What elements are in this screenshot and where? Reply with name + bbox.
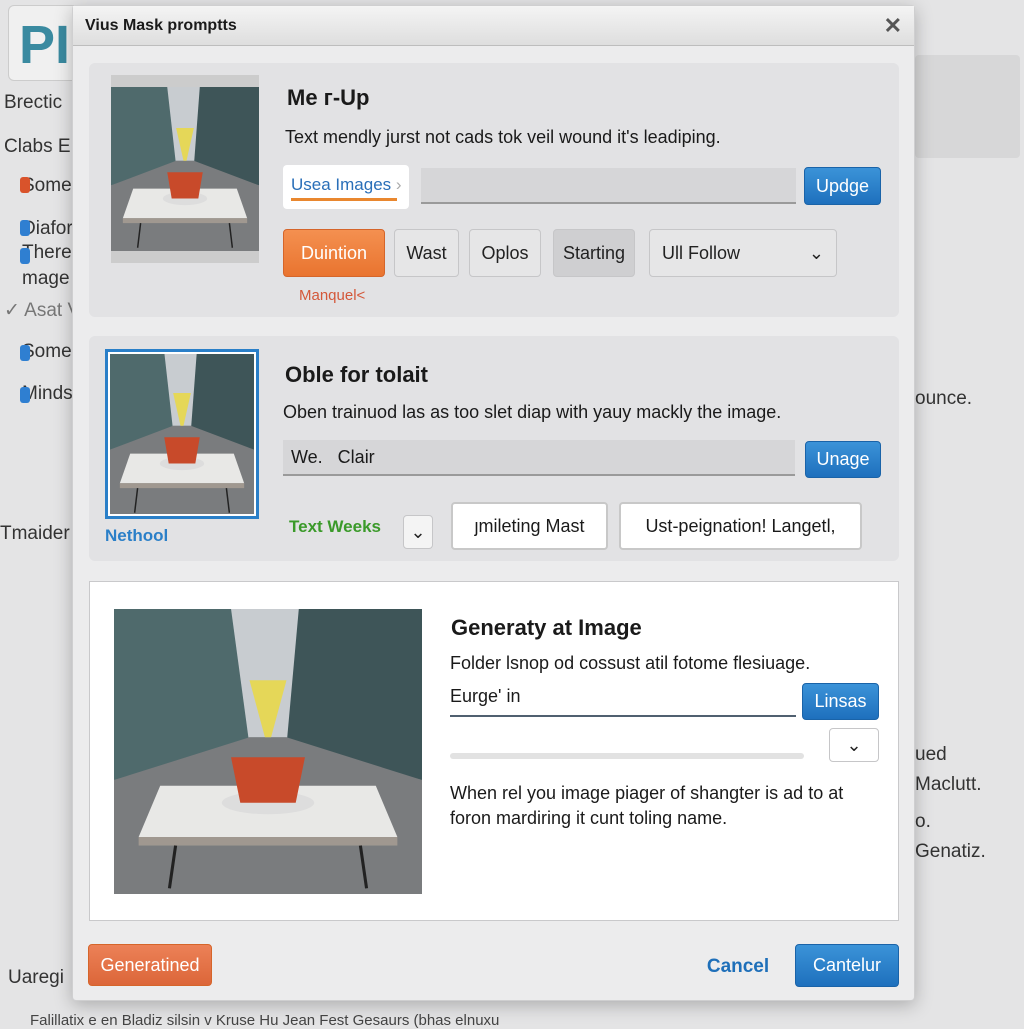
cup-icon xyxy=(231,757,305,803)
chevron-down-icon: ⌄ xyxy=(808,242,824,263)
bg-item: There xyxy=(20,242,72,264)
app-logo: PI xyxy=(8,5,78,81)
mask-prompts-dialog: Vius Mask promptts ✕ Me г-Up Text mendly… xyxy=(72,5,915,1001)
check-icon: ✓ xyxy=(4,300,25,321)
bg-right-text: Maclutt. xyxy=(915,774,982,795)
item-icon xyxy=(20,345,30,361)
bg-item: mage xyxy=(22,268,70,289)
cancel-button[interactable]: Cancel xyxy=(693,946,783,988)
option-starting[interactable]: Starting xyxy=(553,229,635,277)
option-wast[interactable]: Wast xyxy=(394,229,459,277)
section-description: Text mendly jurst not cads tok veil woun… xyxy=(285,127,721,147)
tab-use-images[interactable]: Usea Images › xyxy=(283,165,409,209)
bg-right-text: Genatiz. xyxy=(915,841,986,862)
section-description: Oben trainuod las as too slet diap with … xyxy=(283,402,782,422)
text-field-langetl[interactable]: Ust-peignation! Langetl, xyxy=(619,502,862,550)
image-caption: Nethool xyxy=(105,526,169,545)
prompt-input[interactable] xyxy=(421,168,796,204)
background-panel xyxy=(915,55,1020,158)
bg-item[interactable]: Diafor xyxy=(20,218,73,240)
generate-button[interactable]: Generatined xyxy=(88,944,212,986)
street-scene xyxy=(111,87,259,251)
bg-right-text: o. xyxy=(915,811,931,832)
bg-right-text: ued xyxy=(915,744,947,765)
section-oble: Nethool Oble for tolait Oben trainuod la… xyxy=(89,336,899,561)
chevron-down-icon[interactable]: ⌄ xyxy=(403,515,433,549)
mask-image[interactable] xyxy=(105,349,259,519)
chevron-down-icon[interactable]: ⌄ xyxy=(829,728,879,762)
green-label: Text Weeks xyxy=(289,517,381,536)
street-scene xyxy=(108,352,256,516)
bg-item[interactable]: Some xyxy=(20,175,72,197)
mask-input[interactable]: We. Clair xyxy=(283,440,795,476)
bg-item: Brectic xyxy=(4,92,63,113)
text-field-mast[interactable]: ȷmileting Mast xyxy=(451,502,608,550)
item-icon xyxy=(20,177,30,193)
update-button[interactable]: Updge xyxy=(804,167,881,205)
option-oplos[interactable]: Oplos xyxy=(469,229,541,277)
section-description: Folder lsnop od cossust atil fotome fles… xyxy=(450,653,811,673)
item-icon xyxy=(20,387,30,403)
bg-item[interactable]: Minds xyxy=(20,383,73,405)
close-icon[interactable]: ✕ xyxy=(884,13,902,39)
body-line: foron mardiring it cunt toling name. xyxy=(450,808,728,828)
option-duintion[interactable]: Duintion xyxy=(283,229,385,277)
dialog-title: Vius Mask promptts xyxy=(85,16,237,34)
linsas-button[interactable]: Linsas xyxy=(802,683,879,720)
bg-footer-text: Falillatix e en Bladiz silsin v Kruse Hu… xyxy=(30,1012,500,1029)
dialog-titlebar: Vius Mask promptts ✕ xyxy=(73,6,914,46)
cup-icon xyxy=(164,437,200,464)
bg-item[interactable]: Some xyxy=(20,341,72,363)
follow-select[interactable]: Ull Follow ⌄ xyxy=(649,229,837,277)
confirm-button[interactable]: Cantelur xyxy=(795,944,899,987)
bg-item: Uaregi xyxy=(8,967,64,988)
progress-track xyxy=(450,753,804,759)
section-mask-up: Me г-Up Text mendly jurst not cads tok v… xyxy=(89,63,899,317)
item-icon xyxy=(20,220,30,236)
item-icon xyxy=(20,248,30,264)
cup-icon xyxy=(167,172,203,199)
bg-item[interactable]: ✓ Asat V xyxy=(4,299,80,322)
chevron-right-icon: › xyxy=(395,175,402,194)
bg-item: Tmaider xyxy=(0,523,70,544)
body-line: When rel you image piager of shangter is… xyxy=(450,783,844,803)
option-caption: Manquel< xyxy=(299,287,366,304)
section-heading: Oble for tolait xyxy=(285,362,428,387)
usage-button[interactable]: Unage xyxy=(805,441,881,478)
section-heading: Me г-Up xyxy=(287,85,370,110)
bg-item: Clabs E xyxy=(4,136,71,157)
section-heading: Generaty at Image xyxy=(451,615,642,640)
bg-right-text: ounce. xyxy=(915,388,973,409)
street-scene xyxy=(114,609,422,894)
generate-input[interactable]: Eurge' in xyxy=(450,686,796,717)
section-generate: Generaty at Image Folder lsnop od cossus… xyxy=(89,581,899,921)
generated-image[interactable] xyxy=(114,609,422,894)
source-image[interactable] xyxy=(111,75,259,263)
